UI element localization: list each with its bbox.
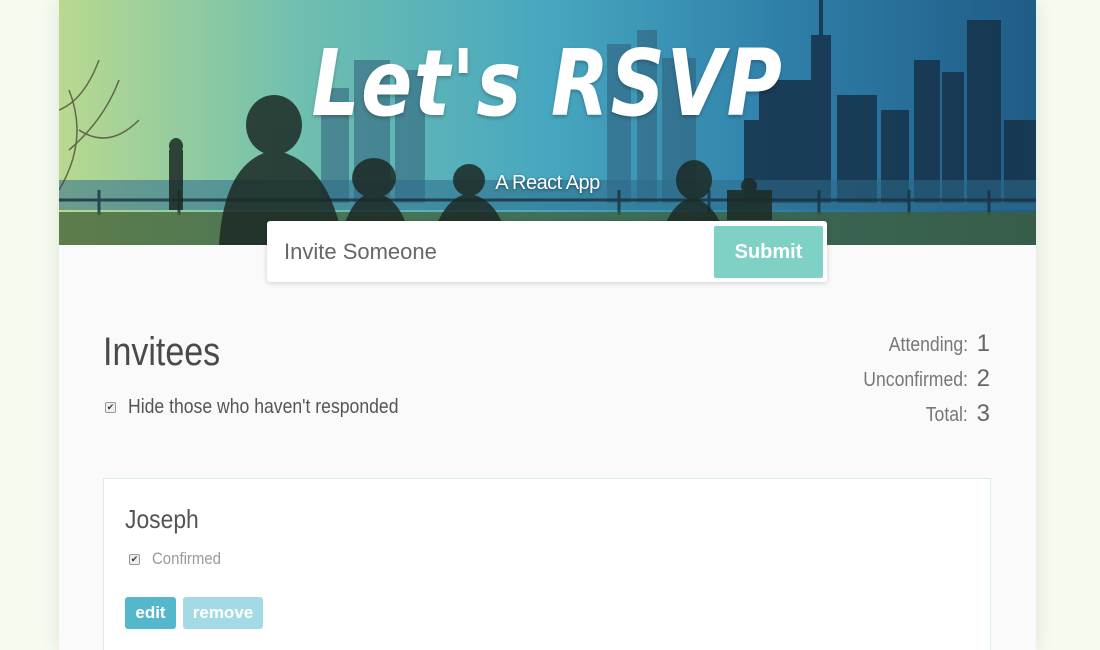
invite-form: Submit bbox=[267, 221, 827, 282]
total-count: 3 bbox=[976, 400, 990, 427]
hide-unresponded-toggle[interactable]: ✔ Hide those who haven't responded bbox=[105, 396, 435, 419]
unconfirmed-label: Unconfirmed: bbox=[863, 369, 968, 391]
edit-button[interactable]: edit bbox=[125, 597, 176, 629]
total-row: Total: 3 bbox=[849, 400, 990, 435]
attending-row: Attending: 1 bbox=[849, 330, 990, 365]
guest-name: Joseph bbox=[125, 504, 199, 534]
invitees-heading: Invitees bbox=[103, 330, 221, 374]
app-subtitle: A React App bbox=[495, 172, 600, 194]
app-container: Let's RSVP A React App Submit Invitees ✔… bbox=[59, 0, 1036, 650]
invite-input[interactable] bbox=[267, 221, 697, 282]
unconfirmed-row: Unconfirmed: 2 bbox=[849, 365, 990, 400]
confirmed-label: Confirmed bbox=[152, 549, 222, 568]
total-label: Total: bbox=[925, 404, 968, 426]
hide-unresponded-checkbox[interactable]: ✔ bbox=[105, 402, 116, 413]
guest-card: Joseph ✔ Confirmed edit remove bbox=[103, 478, 991, 650]
confirmed-checkbox[interactable]: ✔ bbox=[129, 553, 140, 565]
hide-unresponded-label: Hide those who haven't responded bbox=[128, 396, 399, 418]
attending-count: 1 bbox=[976, 330, 990, 357]
app-title: Let's RSVP bbox=[311, 30, 784, 137]
confirmed-toggle[interactable]: ✔ Confirmed bbox=[129, 549, 230, 569]
attending-label: Attending: bbox=[888, 334, 968, 356]
rsvp-counter: Attending: 1 Unconfirmed: 2 Total: 3 bbox=[849, 330, 990, 435]
unconfirmed-count: 2 bbox=[976, 365, 990, 392]
submit-button[interactable]: Submit bbox=[714, 226, 823, 278]
remove-button[interactable]: remove bbox=[183, 597, 263, 629]
header-banner: Let's RSVP A React App bbox=[59, 0, 1036, 245]
